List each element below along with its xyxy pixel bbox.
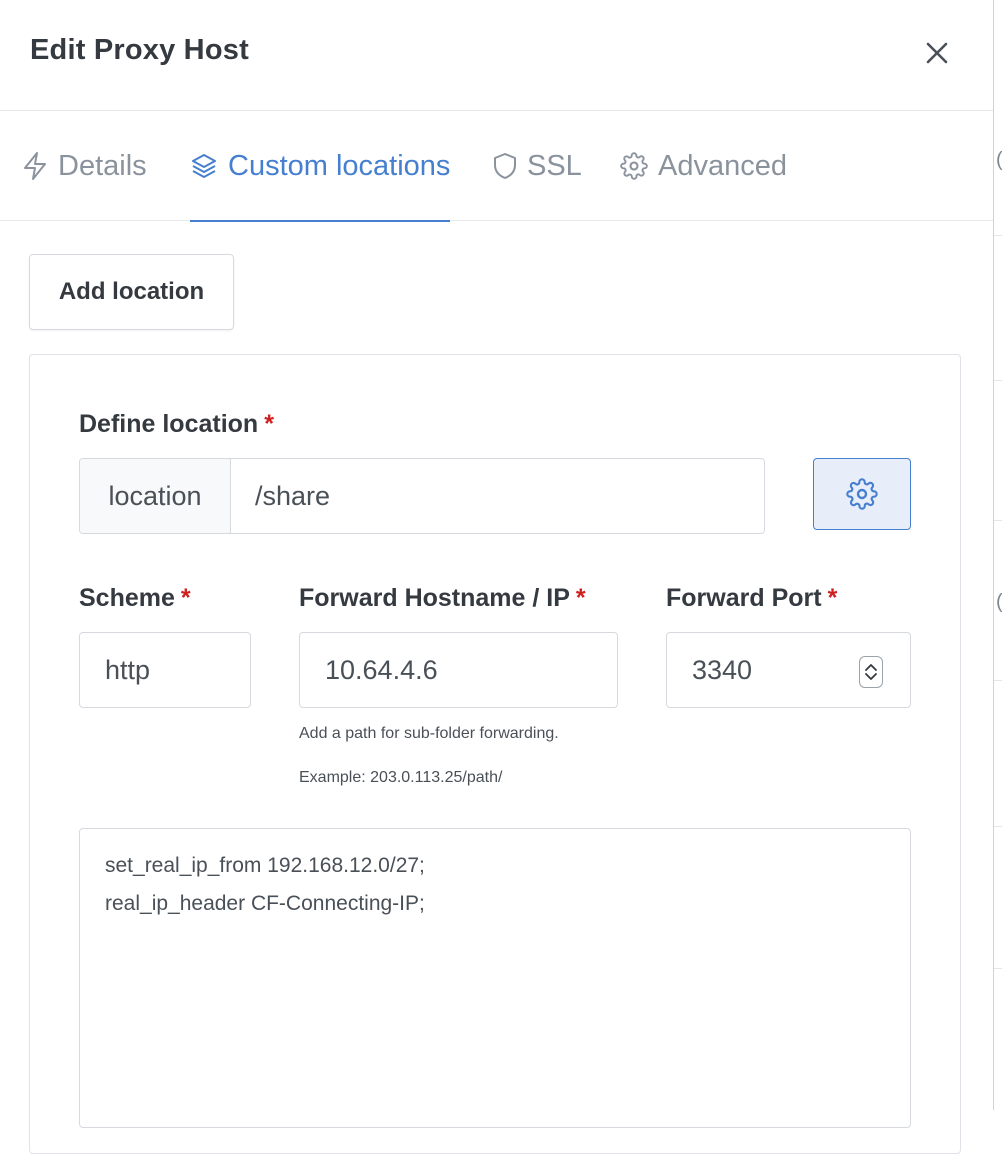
lightning-icon [24,152,46,180]
gear-icon [620,152,648,180]
scheme-field [79,632,251,708]
gear-icon [846,478,878,510]
location-addon: location [80,459,231,533]
scheme-input[interactable] [80,654,250,686]
forward-example-text: Example: 203.0.113.25/path/ [299,769,503,786]
tab-advanced[interactable]: Advanced [620,111,787,221]
location-settings-button[interactable] [813,458,911,530]
add-location-button[interactable]: Add location [29,254,234,330]
tab-label: Details [58,149,147,182]
divider [994,520,1002,521]
label-text: Scheme [79,584,175,612]
tab-details[interactable]: Details [22,111,147,221]
chevron-down-icon [865,673,877,680]
required-mark: * [180,584,191,612]
tab-label: SSL [527,149,582,182]
scheme-label: Scheme * [79,584,191,613]
divider [994,826,1002,827]
forward-hostname-field [299,632,618,708]
modal-title: Edit Proxy Host [30,34,249,66]
required-mark: * [575,584,586,612]
divider [994,235,1002,236]
define-location-label: Define location * [79,410,274,439]
forward-port-field [666,632,911,708]
partial-glyph: ( [996,592,1002,612]
chevron-up-icon [865,664,877,671]
shield-icon [494,153,516,179]
label-text: Define location [79,410,259,438]
tab-label: Custom locations [228,149,451,182]
required-mark: * [264,410,274,438]
port-stepper[interactable] [859,656,883,688]
tab-label: Advanced [658,149,787,182]
layers-icon [192,154,216,178]
modal-header: Edit Proxy Host [0,0,993,111]
forward-hostname-input[interactable] [300,654,617,686]
tab-ssl[interactable]: SSL [493,111,582,221]
location-input-group: location [79,458,765,534]
required-mark: * [827,584,838,612]
edit-proxy-host-modal: Edit Proxy Host Details Custom locations [0,0,993,1154]
label-text: Forward Hostname / IP [299,584,570,612]
partial-glyph: ( [996,150,1002,170]
tab-custom-locations[interactable]: Custom locations [190,111,451,222]
location-path-input[interactable] [231,459,764,533]
custom-config-textarea[interactable]: set_real_ip_from 192.168.12.0/27; real_i… [79,828,911,1128]
divider [994,968,1002,969]
forward-hostname-label: Forward Hostname / IP * [299,584,586,613]
close-button[interactable] [918,34,956,72]
label-text: Forward Port [666,584,822,612]
background-page-edge: ( ( [993,0,1002,1110]
close-icon [926,42,948,64]
divider [994,380,1002,381]
tab-bar: Details Custom locations SSL Advanced [0,111,993,222]
forward-port-label: Forward Port * [666,584,837,613]
divider [994,680,1002,681]
forward-hint-text: Add a path for sub-folder forwarding. [299,725,559,742]
